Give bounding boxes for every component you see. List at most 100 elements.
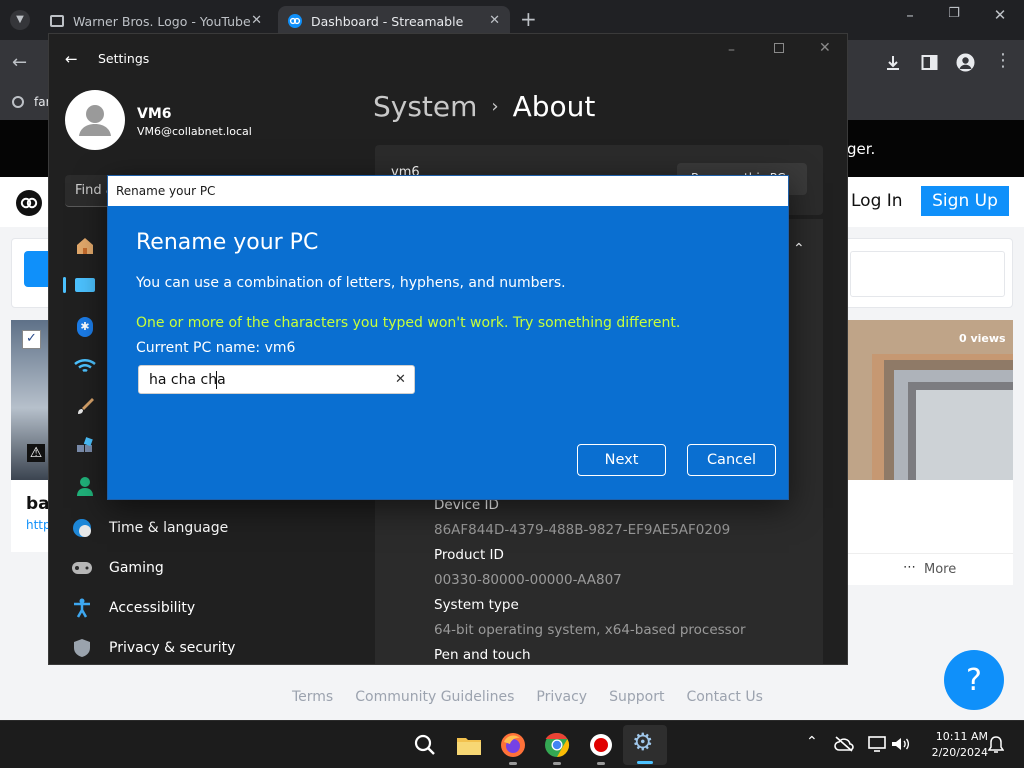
login-link[interactable]: Log In — [851, 191, 903, 211]
video-link[interactable]: http — [26, 518, 51, 532]
show-hidden-icons-chevron[interactable]: ⌃ — [806, 734, 818, 750]
minimize-icon[interactable]: – — [900, 6, 920, 24]
close-window-icon[interactable]: ✕ — [990, 6, 1010, 24]
tab-youtube[interactable]: Warner Bros. Logo - YouTube ✕ — [40, 6, 272, 36]
bookmark-item[interactable]: far — [12, 95, 51, 109]
clear-input-icon[interactable]: ✕ — [395, 372, 406, 387]
window-title: Settings — [98, 51, 150, 66]
gear-icon: ⚙ — [632, 728, 654, 756]
clock-time: 10:11 AM — [935, 730, 988, 743]
chevron-right-icon: › — [491, 96, 499, 117]
chevron-up-icon[interactable]: ⌃ — [793, 241, 805, 257]
cloud-icon[interactable] — [834, 736, 854, 752]
sidebar-item-accessibility[interactable]: Accessibility — [71, 593, 195, 623]
breadcrumb: System › About — [373, 90, 595, 123]
settings-taskbar-button[interactable]: ⚙ — [623, 725, 667, 765]
tab-title: Warner Bros. Logo - YouTube — [73, 13, 251, 29]
dialog-description: You can use a combination of letters, hy… — [136, 275, 566, 291]
close-tab-icon[interactable]: ✕ — [251, 13, 262, 28]
accounts-icon[interactable] — [76, 476, 94, 496]
bluetooth-icon[interactable]: ✱ — [77, 317, 93, 337]
error-message: One or more of the characters you typed … — [136, 315, 681, 331]
text-cursor — [216, 371, 217, 389]
system-icon[interactable] — [75, 278, 95, 292]
pc-name-input[interactable]: ha cha cha ✕ — [138, 365, 415, 394]
restore-icon[interactable]: ❐ — [944, 6, 964, 21]
signup-button[interactable]: Sign Up — [921, 186, 1009, 216]
sidebar-item-label: Privacy & security — [109, 640, 236, 656]
menu-icon[interactable]: ⋮ — [994, 50, 1012, 71]
close-tab-icon[interactable]: ✕ — [489, 13, 500, 28]
streamable-logo[interactable] — [16, 190, 42, 216]
sidebar-item-privacy-security[interactable]: Privacy & security — [71, 633, 235, 663]
select-checkbox[interactable]: ✓ — [22, 330, 41, 349]
card-footer: ⋯ More — [848, 553, 1013, 585]
view-count: 0 views — [959, 332, 1006, 345]
more-dots-icon[interactable]: ⋯ — [903, 560, 916, 575]
video-title: ba — [26, 494, 50, 514]
globe-clock-icon — [71, 517, 93, 539]
sidebar-item-label: Time & language — [109, 520, 229, 536]
sidebar-item-label: Gaming — [109, 560, 164, 576]
apps-icon[interactable] — [75, 436, 95, 456]
record-icon[interactable] — [589, 733, 613, 757]
file-explorer-icon[interactable] — [456, 734, 482, 756]
taskbar: ⚙ ⌃ 10:11 AM 2/20/2024 — [0, 720, 1024, 768]
breadcrumb-system[interactable]: System — [373, 90, 477, 123]
footer-link-support[interactable]: Support — [609, 689, 664, 705]
personalization-icon[interactable] — [75, 396, 95, 416]
side-panel-icon[interactable] — [921, 54, 938, 71]
clock[interactable]: 10:11 AM 2/20/2024 — [918, 729, 988, 761]
spec-label-product-id: Product ID — [434, 547, 504, 563]
avatar — [65, 90, 125, 150]
banner-text: ger. — [847, 140, 876, 158]
sidebar-item-time-language[interactable]: Time & language — [71, 513, 228, 543]
running-indicator — [553, 762, 561, 765]
current-pc-name: Current PC name: vm6 — [136, 340, 296, 356]
more-button[interactable]: More — [924, 562, 956, 577]
footer-link-privacy[interactable]: Privacy — [536, 689, 587, 705]
dialog-titlebar: Rename your PC — [108, 176, 788, 206]
back-icon[interactable]: ← — [12, 52, 27, 73]
active-indicator — [637, 761, 653, 764]
tab-streamable[interactable]: Dashboard - Streamable ✕ — [278, 6, 510, 36]
sidebar-item-label: Accessibility — [109, 600, 196, 616]
search-icon[interactable] — [414, 734, 436, 756]
next-button[interactable]: Next — [577, 444, 666, 476]
chrome-icon[interactable] — [544, 732, 570, 758]
home-icon[interactable] — [75, 236, 95, 256]
cancel-button[interactable]: Cancel — [687, 444, 776, 476]
help-button[interactable]: ? — [944, 650, 1004, 710]
dialog-heading: Rename your PC — [136, 230, 319, 255]
warning-icon: ⚠ — [27, 444, 45, 462]
maximize-icon[interactable] — [774, 43, 784, 53]
rename-pc-dialog: Rename your PC Rename your PC You can us… — [107, 175, 789, 500]
user-name: VM6 — [137, 106, 172, 122]
user-email: VM6@collabnet.local — [137, 125, 252, 138]
spec-label-system-type: System type — [434, 597, 519, 613]
close-icon[interactable]: ✕ — [819, 40, 831, 56]
download-icon[interactable] — [884, 54, 902, 72]
footer-link-contact[interactable]: Contact Us — [686, 689, 762, 705]
tab-search-icon[interactable]: ▼ — [10, 10, 30, 30]
gamepad-icon — [71, 557, 93, 579]
firefox-icon[interactable] — [500, 732, 526, 758]
pc-name-input-value: ha cha cha — [149, 372, 226, 388]
back-arrow-icon[interactable]: ← — [65, 50, 78, 68]
sidebar-item-gaming[interactable]: Gaming — [71, 553, 164, 583]
minimize-icon[interactable]: – — [728, 42, 735, 58]
network-icon[interactable] — [74, 358, 96, 373]
footer-link-terms[interactable]: Terms — [292, 689, 333, 705]
notification-bell-icon[interactable] — [988, 736, 1004, 754]
profile-icon[interactable] — [956, 53, 975, 72]
video-card-right[interactable]: 0 views ⋯ More — [848, 320, 1013, 585]
accessibility-icon — [71, 597, 93, 619]
screen: ▼ Warner Bros. Logo - YouTube ✕ Dashboar… — [0, 0, 1024, 768]
search-field[interactable] — [850, 251, 1005, 297]
youtube-icon — [50, 15, 64, 27]
volume-icon[interactable] — [891, 736, 909, 752]
footer-link-guidelines[interactable]: Community Guidelines — [355, 689, 514, 705]
network-monitor-icon[interactable] — [868, 736, 886, 752]
new-tab-icon[interactable]: + — [520, 8, 537, 30]
running-indicator — [509, 762, 517, 765]
